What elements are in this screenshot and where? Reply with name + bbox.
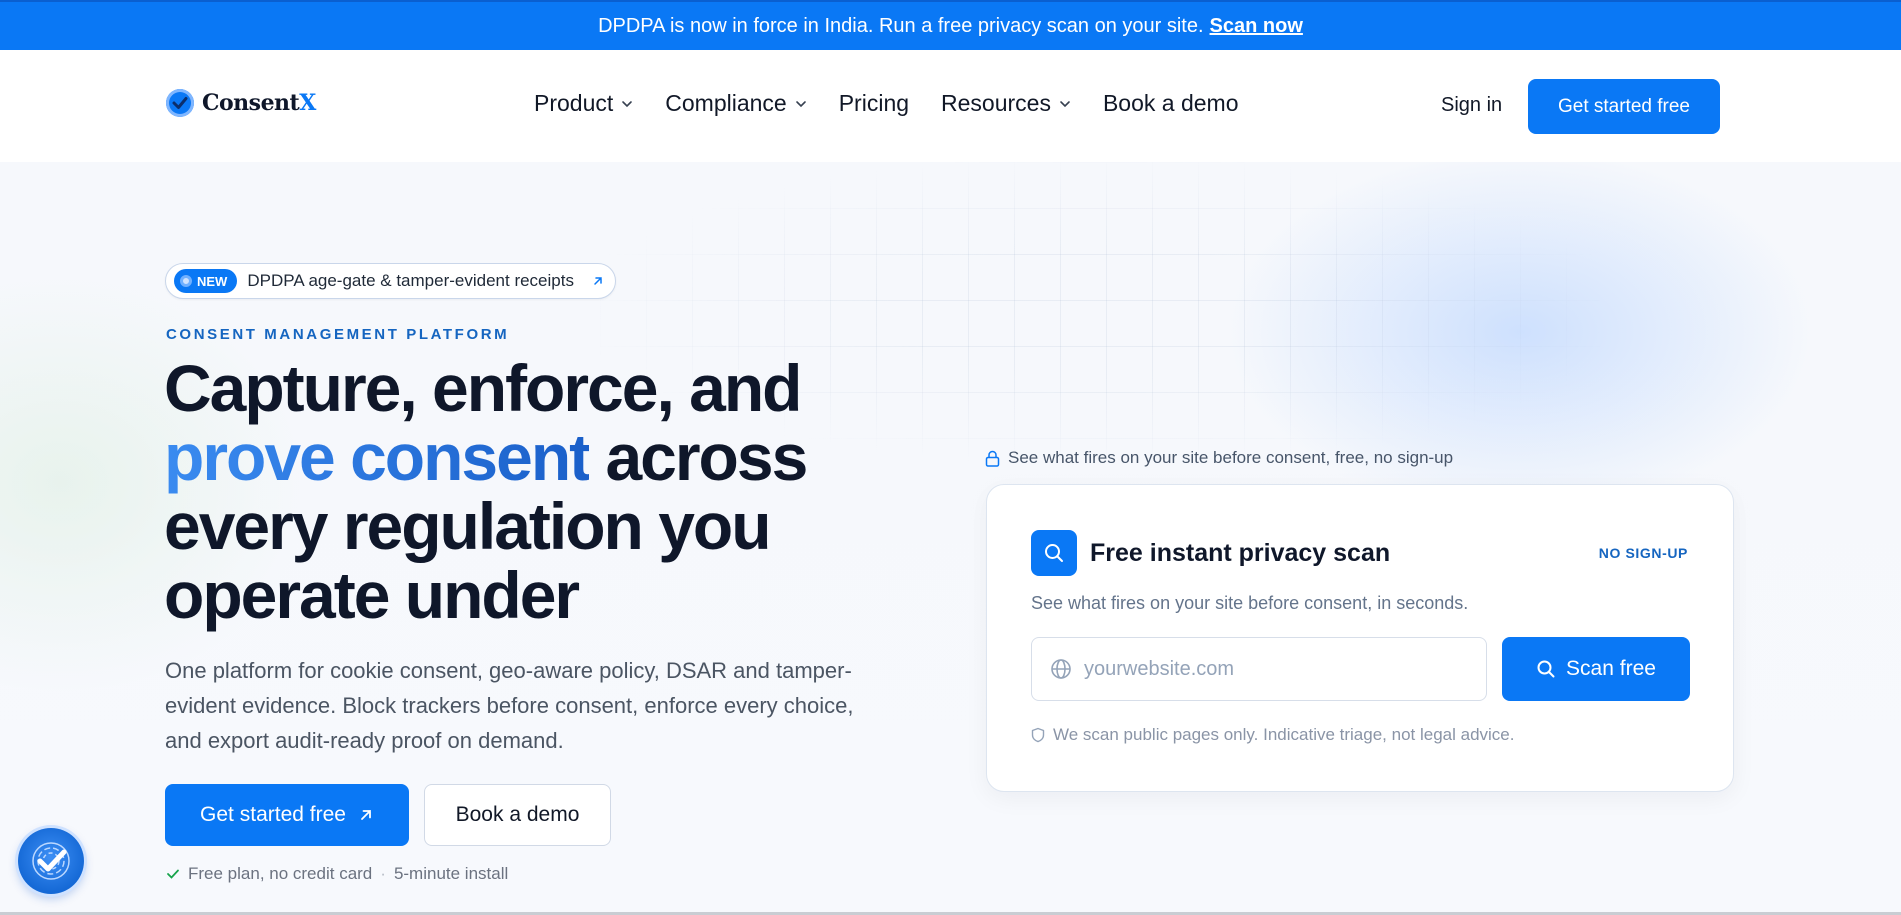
chevron-down-icon	[795, 100, 806, 107]
nav-item-resources[interactable]: Resources	[941, 90, 1071, 117]
announcement-bar: DPDPA is now in force in India. Run a fr…	[0, 0, 1901, 50]
hero-section: NEW DPDPA age-gate & tamper-evident rece…	[0, 162, 1901, 915]
dot-icon	[180, 275, 192, 287]
website-url-input[interactable]	[1082, 656, 1462, 682]
hero-headline: Capture, enforce, and prove consent acros…	[164, 351, 808, 632]
nav-item-compliance[interactable]: Compliance	[665, 90, 806, 117]
trust-line: Free plan, no credit card · 5-minute ins…	[166, 864, 508, 884]
sign-in-link[interactable]: Sign in	[1441, 94, 1502, 117]
consent-widget-button[interactable]	[18, 828, 84, 894]
get-started-button[interactable]: Get started free	[165, 784, 409, 846]
globe-icon	[1051, 659, 1071, 679]
checkmark-shield-icon	[166, 89, 194, 117]
top-nav: ConsentX Product Compliance Pricing Reso…	[0, 50, 1901, 162]
book-demo-button[interactable]: Book a demo	[424, 784, 611, 846]
privacy-scan-card: Free instant privacy scan NO SIGN-UP See…	[986, 484, 1734, 792]
get-started-nav-button[interactable]: Get started free	[1528, 79, 1720, 134]
chevron-down-icon	[622, 100, 633, 107]
announcement-pill[interactable]: NEW DPDPA age-gate & tamper-evident rece…	[165, 263, 616, 299]
search-icon	[1031, 530, 1077, 576]
arrow-up-right-icon	[594, 277, 602, 285]
announcement-text: DPDPA is now in force in India. Run a fr…	[598, 14, 1204, 37]
new-badge: NEW	[174, 269, 238, 293]
chevron-down-icon	[1060, 100, 1070, 107]
scan-card-title: Free instant privacy scan	[1090, 539, 1391, 567]
scan-now-link[interactable]: Scan now	[1210, 15, 1303, 38]
brand-name: ConsentX	[202, 90, 316, 116]
check-icon	[167, 869, 179, 879]
scan-note: See what fires on your site before conse…	[985, 448, 1453, 468]
hero-subtext: One platform for cookie consent, geo-awa…	[165, 658, 854, 753]
headline-highlight: prove consent	[164, 420, 591, 494]
scan-disclaimer: We scan public pages only. Indicative tr…	[1031, 725, 1514, 745]
shield-icon	[1031, 727, 1045, 743]
fingerprint-check-icon	[32, 842, 70, 880]
scan-card-description: See what fires on your site before conse…	[1031, 593, 1469, 613]
scan-free-button[interactable]: Scan free	[1502, 637, 1690, 701]
nav-item-pricing[interactable]: Pricing	[839, 90, 909, 117]
logo[interactable]: ConsentX	[166, 89, 316, 117]
lock-icon	[985, 450, 1000, 467]
main-menu: Product Compliance Pricing Resources Boo…	[534, 90, 1239, 117]
eyebrow-label: CONSENT MANAGEMENT PLATFORM	[166, 326, 510, 343]
pill-text: DPDPA age-gate & tamper-evident receipts	[247, 271, 574, 290]
nav-item-book-demo[interactable]: Book a demo	[1103, 90, 1239, 117]
nav-item-product[interactable]: Product	[534, 90, 633, 117]
no-signup-tag: NO SIGN-UP	[1598, 545, 1688, 561]
search-icon	[1537, 660, 1555, 678]
website-url-field[interactable]	[1031, 637, 1487, 701]
arrow-up-right-icon	[361, 810, 371, 820]
